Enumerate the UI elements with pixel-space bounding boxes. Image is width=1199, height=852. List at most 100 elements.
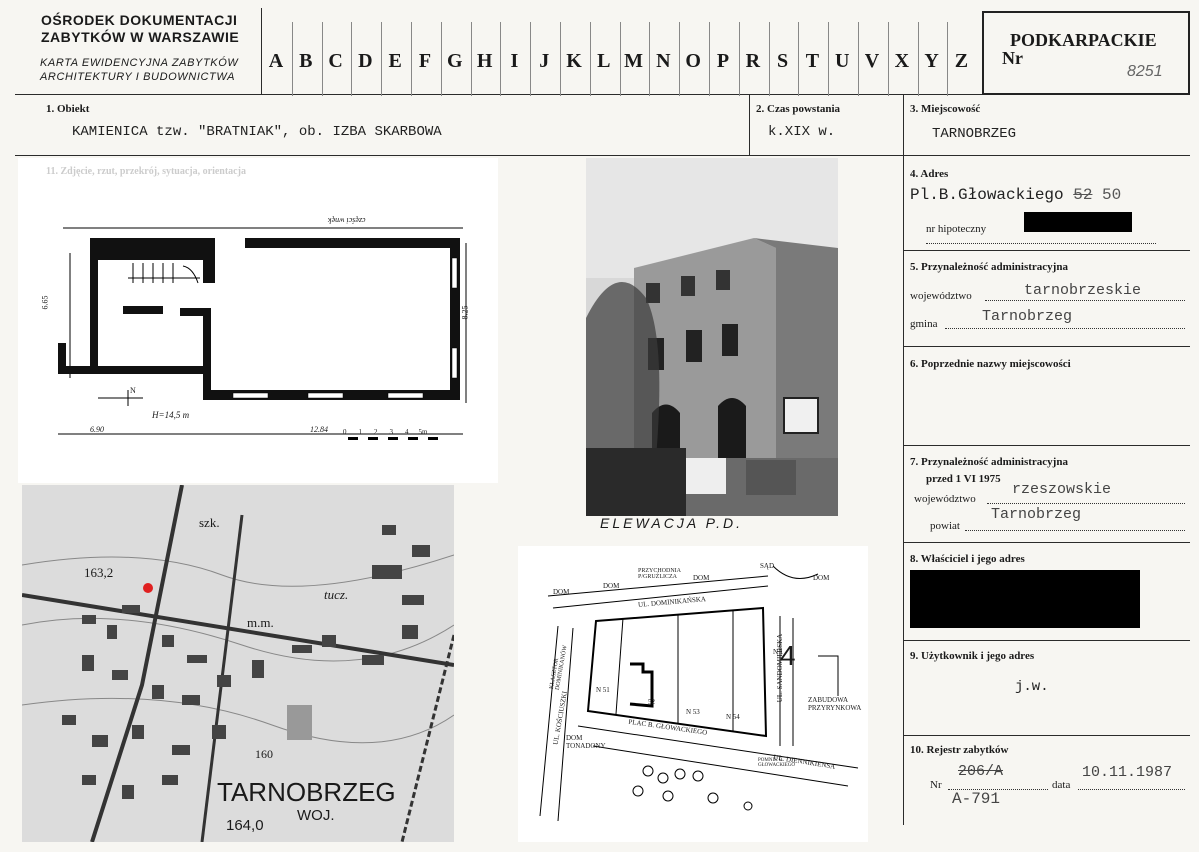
index-letter: M <box>624 50 644 72</box>
index-letter: Z <box>954 50 969 72</box>
adres-number: 50 <box>1102 186 1122 204</box>
n53-label: N 53 <box>686 708 700 716</box>
dom-label-2: DOM <box>603 582 620 590</box>
index-letter: N <box>656 50 671 72</box>
floor-plan: 11. Zdjęcie, rzut, przekrój, sytuacja, o… <box>18 158 498 483</box>
zabudowa-label: ZABUDOWA PRZYRYNKOWA <box>808 696 862 712</box>
czas-label: 2. Czas powstania <box>756 103 841 115</box>
woj75-value: rzeszowskie <box>1012 481 1112 498</box>
plan-dim-left: 6.65 <box>40 295 50 310</box>
index-letter: H <box>476 50 493 72</box>
scale-tick: 1 <box>358 428 363 436</box>
przed-label: przed 1 VI 1975 <box>926 473 1001 485</box>
rejestr-label: 10. Rejestr zabytków <box>910 744 1009 756</box>
topographic-map: szk. m.m. tucz. 163,2 160 TARNOBRZEG WOJ… <box>22 485 454 842</box>
wlasciciel-redacted <box>910 570 1140 628</box>
woj-label: województwo <box>910 290 972 302</box>
situation-plan-drawing <box>539 565 859 822</box>
adres-street-name: Pl.B.Głowackiego <box>910 186 1064 204</box>
card-line1: KARTA EWIDENCYJNA ZABYTKÓW <box>40 57 239 69</box>
index-letter: O <box>685 50 701 72</box>
index-letter: P <box>716 50 730 72</box>
pomnik-label: POMNIK B. GŁOWACKIEGO <box>758 758 795 768</box>
obiekt-label: 1. Obiekt <box>46 103 90 115</box>
index-letter: B <box>299 50 313 72</box>
plan-scale-ticks: 0 1 2 3 4 5m <box>343 428 427 436</box>
index-letter: Y <box>924 50 939 72</box>
index-letter: G <box>447 50 463 72</box>
scale-tick: 4 <box>405 428 409 436</box>
index-letter: X <box>894 50 910 72</box>
index-letter: I <box>510 50 519 72</box>
map-elev1: 163,2 <box>84 565 114 580</box>
sad-label: SĄD <box>760 562 775 570</box>
photo-caption: ELEWACJA P.D. <box>600 515 744 531</box>
plan-dim-bottom-left: 6.90 <box>90 425 104 434</box>
map-elev2: 164,0 <box>226 817 264 834</box>
index-letter: S <box>777 50 789 72</box>
plan-height-note: H=14,5 m <box>152 410 190 420</box>
adm-label: 5. Przynależność administracyjna <box>910 261 1068 273</box>
institution-name: OŚRODEK DOKUMENTACJI ZABYTKÓW W WARSZAWI… <box>41 12 239 46</box>
card-type: KARTA EWIDENCYJNA ZABYTKÓW ARCHITEKTURY … <box>40 56 238 84</box>
map-label-szk: szk. <box>199 515 220 530</box>
map-elev3: 160 <box>255 747 273 761</box>
scale-tick: 2 <box>374 428 378 436</box>
nr-label: Nr <box>1002 48 1023 68</box>
map-label-tucz: tucz. <box>324 587 349 602</box>
index-letter: F <box>418 50 432 72</box>
index-letter: J <box>539 50 550 72</box>
map-woj: WOJ. <box>297 807 335 824</box>
rejestr-nr: 206/A <box>958 763 1004 780</box>
plan-dim-right: 8.25 <box>460 305 470 320</box>
rejestr-data: 10.11.1987 <box>1082 764 1173 781</box>
map-label-mm: m.m. <box>247 615 274 630</box>
index-letter: E <box>388 50 402 72</box>
building-photo <box>586 158 838 516</box>
card-line2: ARCHITEKTURY I BUDOWNICTWA <box>40 71 236 83</box>
adm75-label: 7. Przynależność administracyjna <box>910 456 1068 468</box>
index-letter: U <box>834 50 850 72</box>
czas-value: k.XIX w. <box>768 124 836 140</box>
index-letter: V <box>864 50 880 72</box>
n51-label: N 51 <box>596 686 610 694</box>
scale-tick: 3 <box>389 428 394 436</box>
woj-value: tarnobrzeskie <box>1024 282 1142 299</box>
index-letter: T <box>805 50 820 72</box>
scale-tick: 5m <box>418 428 428 436</box>
scale-tick: 0 <box>343 428 347 436</box>
obiekt-value: KAMIENICA tzw. "BRATNIAK", ob. IZBA SKAR… <box>72 124 442 140</box>
plan-north: N <box>130 386 136 395</box>
situation-plan: UL. DOMINIKAŃSKA UL. KOŚCIUSZKI UL. SAND… <box>518 546 868 842</box>
plan-dim-bottom-right: 12.84 <box>310 425 328 434</box>
adres-label: 4. Adres <box>910 168 949 180</box>
institution-line1: OŚRODEK DOKUMENTACJI <box>41 12 238 28</box>
dom-label-3: DOM <box>813 574 830 582</box>
hipoteczny-label-text: nr hipoteczny <box>926 223 987 235</box>
institution-line2: ZABYTKÓW W WARSZAWIE <box>41 29 240 45</box>
index-letter: L <box>597 50 611 72</box>
nr-value: 8251 <box>1127 63 1163 80</box>
n52-label: 52 <box>648 698 655 706</box>
building-photo-image <box>586 158 838 516</box>
pzs-label: PRZYCHODNIA P/GRUŹLICZA <box>638 568 681 580</box>
rejestr-nr2: A-791 <box>952 790 1001 808</box>
adres-number-old: 52 <box>1073 186 1093 204</box>
miejscowosc-label: 3. Miejscowość <box>910 103 981 115</box>
number-4: 4 <box>780 640 796 671</box>
region-name: PODKARPACKIE <box>1010 30 1157 50</box>
miejscowosc-value: TARNOBRZEG <box>932 126 1017 142</box>
uzytkownik-value: j.w. <box>1015 679 1049 695</box>
rejestr-data-label: data <box>1052 779 1071 791</box>
index-letter: K <box>566 50 582 72</box>
powiat-value: Tarnobrzeg <box>991 506 1082 523</box>
dom-tonadany: DOM TONADONY <box>566 734 606 750</box>
wlasciciel-label: 8. Właściciel i jego adres <box>910 553 1025 565</box>
poprzednie-label: 6. Poprzednie nazwy miejscowości <box>910 358 1071 370</box>
gmina-label: gmina <box>910 318 938 330</box>
index-letter: D <box>358 50 373 72</box>
region-box: PODKARPACKIE Nr 8251 <box>982 11 1190 95</box>
map-city: TARNOBRZEG <box>217 777 396 808</box>
gmina-value: Tarnobrzeg <box>982 308 1073 325</box>
uzytkownik-label: 9. Użytkownik i jego adres <box>910 650 1035 662</box>
